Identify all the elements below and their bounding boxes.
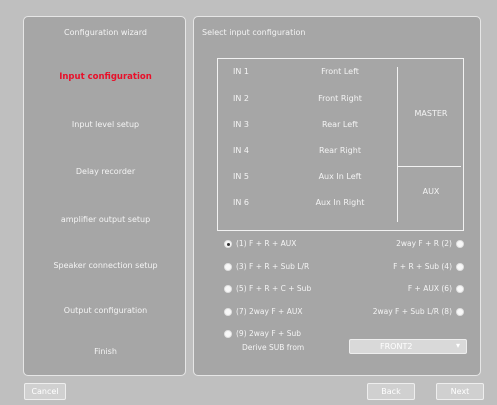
derive-sub-select[interactable]: FRONT2 ▾	[349, 339, 467, 354]
input-name: Aux In Left	[318, 172, 362, 181]
option-5-label[interactable]: (5) F + R + C + Sub	[236, 284, 311, 293]
step-speaker-connection-setup[interactable]: Speaker connection setup	[24, 261, 187, 270]
option-5-radio[interactable]	[224, 285, 232, 293]
group-label-master: MASTER	[414, 109, 448, 118]
input-name: Front Right	[318, 94, 362, 103]
input-name: Rear Left	[322, 120, 358, 129]
step-input-configuration[interactable]: Input configuration	[24, 72, 187, 82]
option-6-radio[interactable]	[456, 285, 464, 293]
back-button[interactable]: Back	[367, 383, 415, 400]
input-name: Rear Right	[319, 146, 361, 155]
input-id: IN 1	[233, 67, 249, 76]
option-8-label[interactable]: 2way F + Sub L/R (8)	[338, 307, 452, 316]
next-button[interactable]: Next	[436, 383, 484, 400]
option-1-label[interactable]: (1) F + R + AUX	[236, 239, 296, 248]
option-2-radio[interactable]	[456, 240, 464, 248]
option-7-radio[interactable]	[224, 308, 232, 316]
option-3-label[interactable]: (3) F + R + Sub L/R	[236, 262, 309, 271]
option-9-radio[interactable]	[224, 330, 232, 338]
input-id: IN 4	[233, 146, 249, 155]
option-6-label[interactable]: F + AUX (6)	[368, 284, 452, 293]
step-input-level-setup[interactable]: Input level setup	[24, 120, 187, 129]
input-mapping-table: IN 1 Front Left IN 2 Front Right IN 3 Re…	[217, 58, 464, 231]
option-1-radio[interactable]	[224, 240, 232, 248]
option-8-radio[interactable]	[456, 308, 464, 316]
input-id: IN 5	[233, 172, 249, 181]
input-name: Aux In Right	[315, 198, 365, 207]
input-name: Front Left	[321, 67, 359, 76]
option-4-label[interactable]: F + R + Sub (4)	[348, 262, 452, 271]
group-label-aux: AUX	[422, 187, 440, 196]
derive-sub-value: FRONT2	[380, 342, 413, 351]
step-finish[interactable]: Finish	[24, 347, 187, 356]
cancel-button[interactable]: Cancel	[24, 383, 66, 400]
step-output-configuration[interactable]: Output configuration	[24, 306, 187, 315]
input-id: IN 3	[233, 120, 249, 129]
input-id: IN 2	[233, 94, 249, 103]
wizard-sidebar: Configuration wizard Input configuration…	[23, 16, 186, 376]
wizard-title: Configuration wizard	[64, 28, 147, 37]
option-3-radio[interactable]	[224, 263, 232, 271]
input-id: IN 6	[233, 198, 249, 207]
step-delay-recorder[interactable]: Delay recorder	[24, 167, 187, 176]
option-7-label[interactable]: (7) 2way F + AUX	[236, 307, 302, 316]
step-amplifier-output-setup[interactable]: amplifier output setup	[24, 215, 187, 224]
section-title: Select input configuration	[202, 28, 306, 37]
table-divider	[397, 67, 398, 222]
derive-sub-label: Derive SUB from	[242, 343, 305, 352]
option-4-radio[interactable]	[456, 263, 464, 271]
option-2-label[interactable]: 2way F + R (2)	[368, 239, 452, 248]
chevron-down-icon[interactable]: ▾	[456, 341, 460, 350]
group-divider	[397, 166, 461, 167]
config-panel: Select input configuration IN 1 Front Le…	[193, 16, 481, 376]
option-9-label[interactable]: (9) 2way F + Sub	[236, 329, 301, 338]
